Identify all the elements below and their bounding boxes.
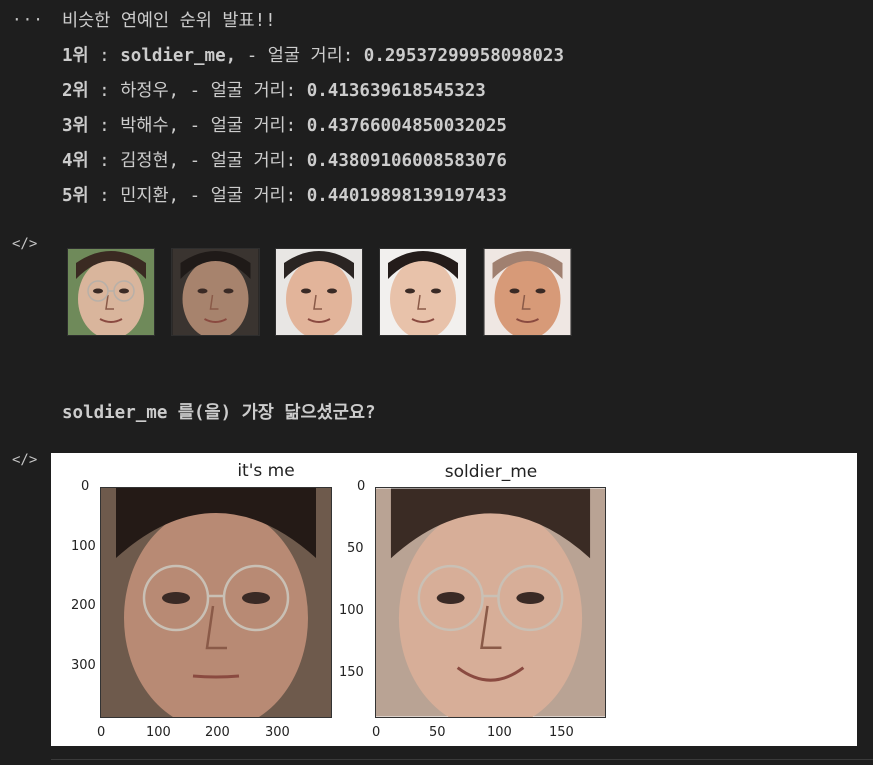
x-tick: 300 xyxy=(265,725,290,740)
photo-its-me xyxy=(100,487,332,718)
ranking-rank: 2위 xyxy=(62,81,89,101)
ranking-rank: 5위 xyxy=(62,186,89,206)
ranking-label: - 얼굴 거리: xyxy=(189,186,297,206)
ranking-line: 5위 : 민지환, - 얼굴 거리: 0.44019898139197433 xyxy=(62,179,507,214)
ranking-distance: 0.44019898139197433 xyxy=(306,186,507,206)
x-tick: 50 xyxy=(429,725,446,740)
ranking-name: 민지환, xyxy=(120,186,180,206)
x-tick: 100 xyxy=(146,725,171,740)
next-cell-border xyxy=(51,759,873,765)
ranking-distance: 0.43809106008583076 xyxy=(306,151,507,171)
face-thumbnail-3 xyxy=(275,248,363,336)
ranking-label: - 얼굴 거리: xyxy=(189,116,297,136)
ranking-separator: : xyxy=(88,81,121,101)
ranking-distance: 0.43766004850032025 xyxy=(306,116,507,136)
notebook-output-cell: ··· </> </> 비슷한 연예인 순위 발표!! 1위 : soldier… xyxy=(0,0,873,765)
plot-title: soldier_me xyxy=(444,462,538,482)
comparison-figure: it's me 0 100 200 300 0 100 200 300 sold… xyxy=(51,453,857,746)
face-thumbnail-4 xyxy=(379,248,467,336)
x-tick: 0 xyxy=(372,725,381,740)
face-thumbnail-1 xyxy=(67,248,155,336)
ranking-rank: 1위 xyxy=(62,46,89,66)
ranking-name: 하정우, xyxy=(120,81,180,101)
ranking-separator: : xyxy=(88,116,121,136)
ranking-name: soldier_me, xyxy=(120,46,237,66)
ranking-line: 4위 : 김정현, - 얼굴 거리: 0.43809106008583076 xyxy=(62,144,507,179)
plot-title: it's me xyxy=(237,461,295,481)
y-tick: 0 xyxy=(357,479,366,494)
y-tick: 100 xyxy=(339,603,364,618)
y-tick: 100 xyxy=(71,539,96,554)
face-thumbnail-2 xyxy=(171,248,260,336)
ranking-line: 2위 : 하정우, - 얼굴 거리: 0.413639618545323 xyxy=(62,74,486,109)
ranking-line: 3위 : 박해수, - 얼굴 거리: 0.43766004850032025 xyxy=(62,109,507,144)
x-tick: 100 xyxy=(487,725,512,740)
ranking-line: 1위 : soldier_me, - 얼굴 거리: 0.295372999580… xyxy=(62,39,564,74)
output-heading: 비슷한 연예인 순위 발표!! xyxy=(62,11,276,31)
ranking-rank: 3위 xyxy=(62,116,89,136)
conclusion-text: soldier_me 를(을) 가장 닮으셨군요? xyxy=(62,403,376,423)
ranking-label: - 얼굴 거리: xyxy=(246,46,354,66)
ranking-label: - 얼굴 거리: xyxy=(189,81,297,101)
code-icon[interactable]: </> xyxy=(12,452,37,468)
y-tick: 200 xyxy=(71,598,96,613)
ranking-separator: : xyxy=(88,186,121,206)
ranking-distance: 0.413639618545323 xyxy=(306,81,486,101)
ranking-name: 박해수, xyxy=(120,116,180,136)
face-thumbnail-5 xyxy=(483,248,572,336)
ranking-name: 김정현, xyxy=(120,151,180,171)
y-tick: 150 xyxy=(339,665,364,680)
y-tick: 300 xyxy=(71,658,96,673)
more-options-icon[interactable]: ··· xyxy=(12,10,44,29)
ranking-separator: : xyxy=(88,151,121,171)
y-tick: 0 xyxy=(81,479,90,494)
ranking-separator: : xyxy=(88,46,121,66)
ranking-label: - 얼굴 거리: xyxy=(189,151,297,171)
ranking-rank: 4위 xyxy=(62,151,89,171)
y-tick: 50 xyxy=(347,541,364,556)
x-tick: 150 xyxy=(549,725,574,740)
code-icon[interactable]: </> xyxy=(12,236,37,252)
x-tick: 200 xyxy=(205,725,230,740)
ranking-distance: 0.29537299958098023 xyxy=(363,46,564,66)
photo-soldier-me xyxy=(375,487,606,718)
x-tick: 0 xyxy=(97,725,106,740)
